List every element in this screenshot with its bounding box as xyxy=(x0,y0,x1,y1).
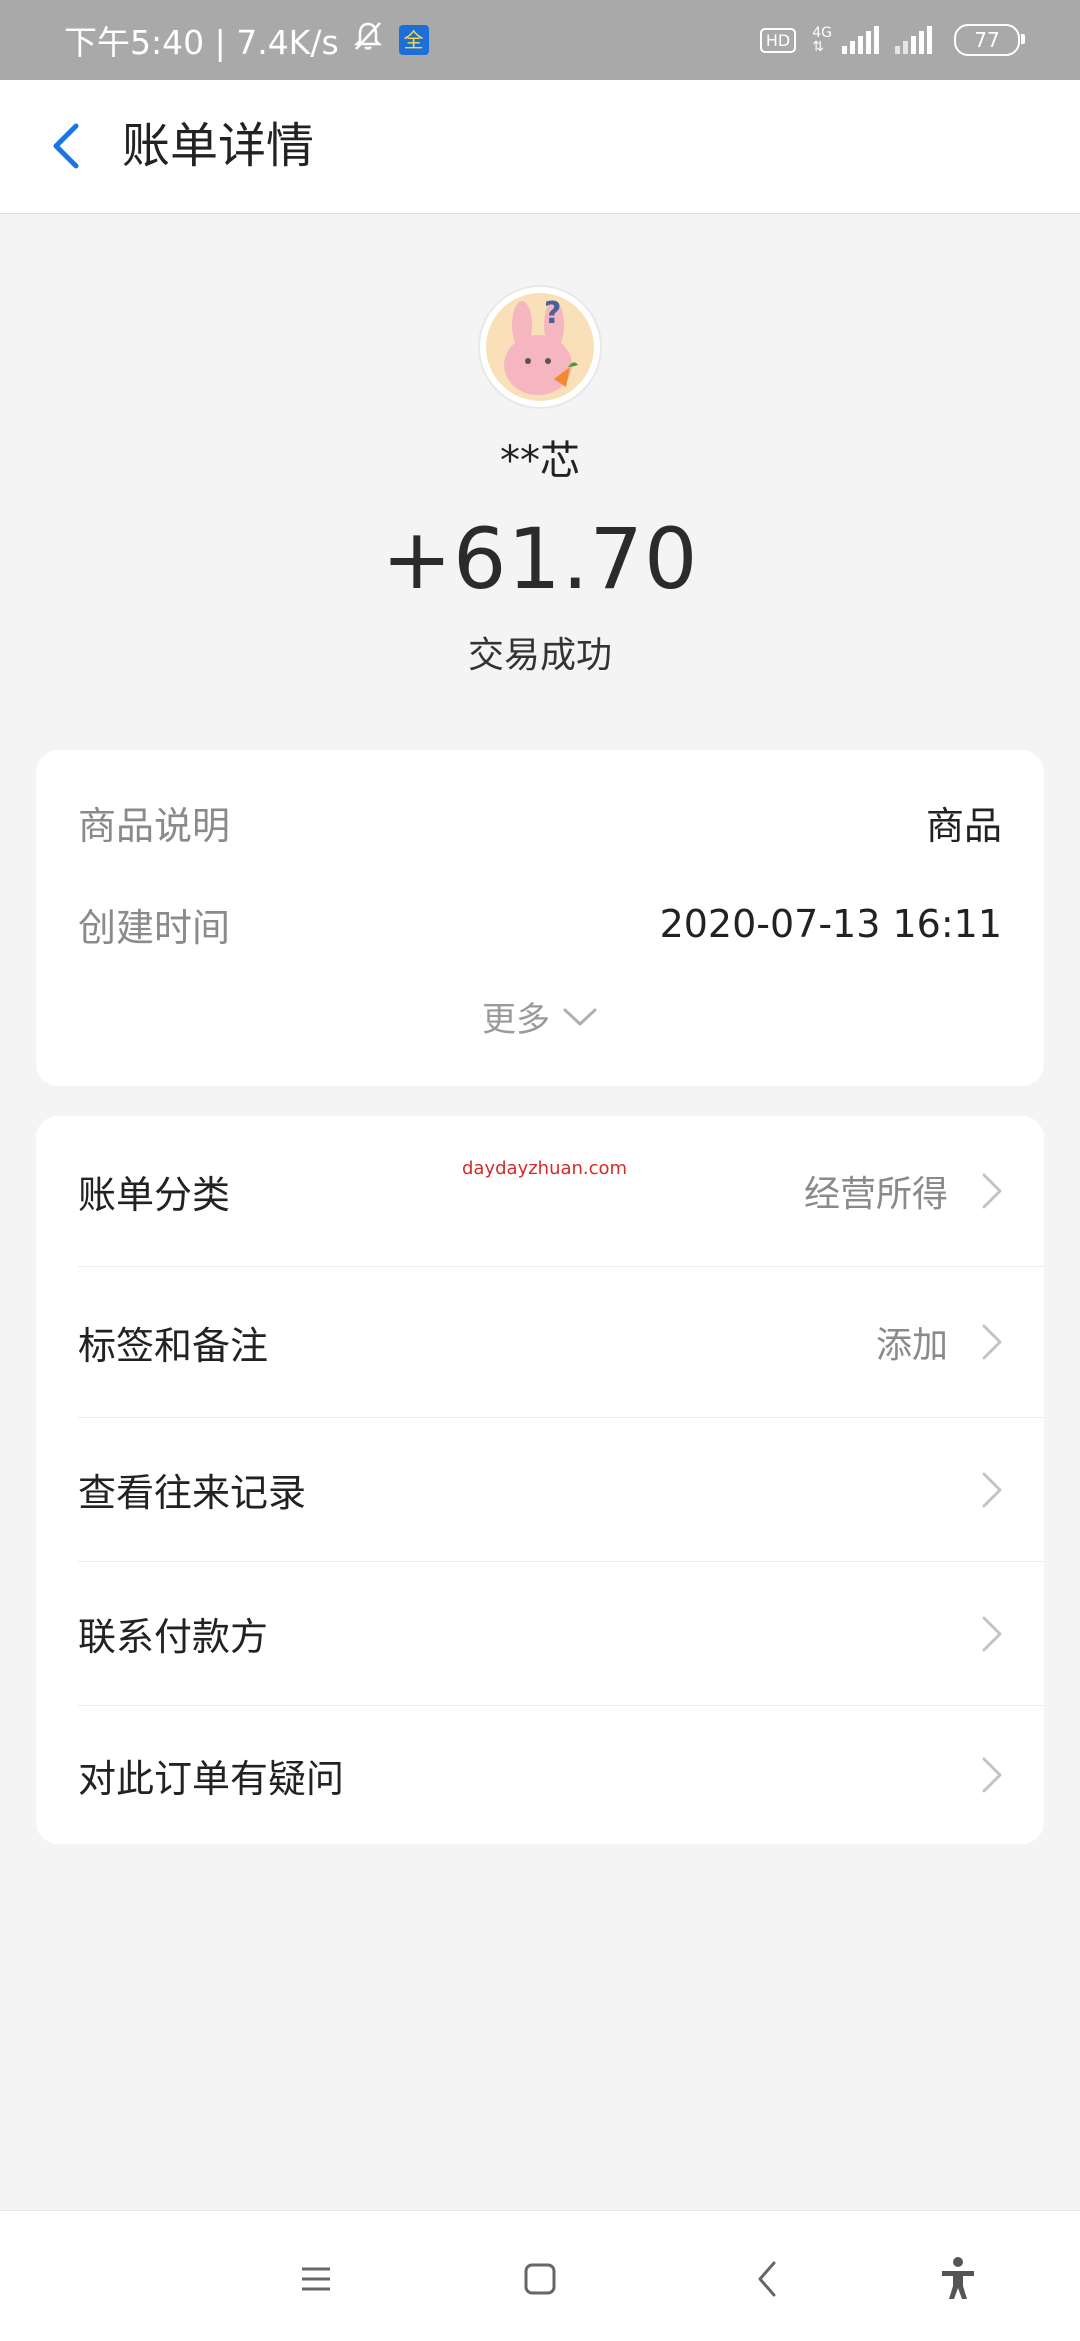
header-bar: 账单详情 xyxy=(0,80,1080,214)
avatar[interactable]: ? xyxy=(480,287,600,407)
payer-name: **芯 xyxy=(500,438,580,484)
chevron-right-icon xyxy=(982,1472,1002,1507)
chevron-right-icon xyxy=(982,1324,1002,1360)
detail-row-created-time: 创建时间 2020-07-13 16:11 xyxy=(78,894,1002,954)
status-right: HD 4G ⇅ 77 xyxy=(759,0,1025,80)
detail-value: 商品 xyxy=(925,803,1002,848)
network-arrows-icon: ⇅ xyxy=(812,39,824,55)
list-item-value: 添加 xyxy=(875,1325,948,1366)
status-left: 下午5:40 | 7.4K/s 全 xyxy=(64,0,429,80)
list-item-contact-payer[interactable]: 联系付款方 xyxy=(36,1562,1044,1705)
list-item-order-question[interactable]: 对此订单有疑问 xyxy=(36,1706,1044,1844)
details-card: 商品说明 商品 创建时间 2020-07-13 16:11 更多 xyxy=(36,750,1044,1086)
chevron-left-icon[interactable] xyxy=(42,116,102,176)
status-time-speed: 下午5:40 | 7.4K/s xyxy=(64,23,339,62)
menu-icon[interactable] xyxy=(286,2249,346,2309)
list-item-value: 经营所得 xyxy=(803,1174,948,1215)
signal-icon-2 xyxy=(895,26,932,54)
back-icon[interactable] xyxy=(738,2249,798,2309)
chevron-right-icon xyxy=(982,1616,1002,1651)
home-icon[interactable] xyxy=(510,2249,570,2309)
list-item-history[interactable]: 查看往来记录 xyxy=(36,1418,1044,1561)
accessibility-icon[interactable] xyxy=(928,2249,988,2309)
detail-value: 2020-07-13 16:11 xyxy=(659,902,1002,946)
battery-icon: 77 xyxy=(954,24,1025,56)
list-item-label: 查看往来记录 xyxy=(78,1471,307,1515)
list-item-label: 联系付款方 xyxy=(78,1615,269,1659)
network-indicator: 4G ⇅ xyxy=(812,26,832,54)
bell-off-icon xyxy=(351,19,385,61)
status-bar: 下午5:40 | 7.4K/s 全 HD 4G ⇅ 77 xyxy=(0,0,1080,80)
svg-text:?: ? xyxy=(544,296,561,331)
chevron-down-icon xyxy=(563,1008,597,1025)
list-item-label: 标签和备注 xyxy=(78,1323,269,1368)
list-item-label: 对此订单有疑问 xyxy=(78,1756,345,1801)
system-nav-bar xyxy=(0,2210,1080,2341)
chevron-right-icon xyxy=(982,1173,1002,1209)
transaction-status: 交易成功 xyxy=(467,635,612,676)
list-item-tags-notes[interactable]: 标签和备注 添加 xyxy=(36,1267,1044,1417)
page-title: 账单详情 xyxy=(122,118,315,174)
watermark-text: daydayzhuan.com xyxy=(462,1158,628,1179)
rabbit-avatar-icon: ? xyxy=(484,291,596,403)
more-label: 更多 xyxy=(482,1000,550,1040)
signal-icon xyxy=(842,26,879,54)
transaction-amount: +61.70 xyxy=(381,510,699,608)
list-item-label: 账单分类 xyxy=(78,1172,231,1217)
hd-indicator: HD xyxy=(759,27,797,53)
app-badge-icon: 全 xyxy=(398,25,429,55)
chevron-right-icon xyxy=(982,1757,1002,1793)
detail-row-description: 商品说明 商品 xyxy=(78,792,1002,852)
detail-label: 创建时间 xyxy=(78,905,231,950)
list-item-bill-category[interactable]: 账单分类 经营所得 xyxy=(36,1116,1044,1266)
battery-level: 77 xyxy=(974,28,1000,52)
detail-label: 商品说明 xyxy=(78,803,231,848)
actions-card: 账单分类 经营所得 标签和备注 添加 查看往来记录 联系付款方 对此订单有疑问 xyxy=(36,1116,1044,1844)
network-type: 4G xyxy=(812,25,832,41)
more-toggle[interactable]: 更多 xyxy=(36,992,1044,1041)
